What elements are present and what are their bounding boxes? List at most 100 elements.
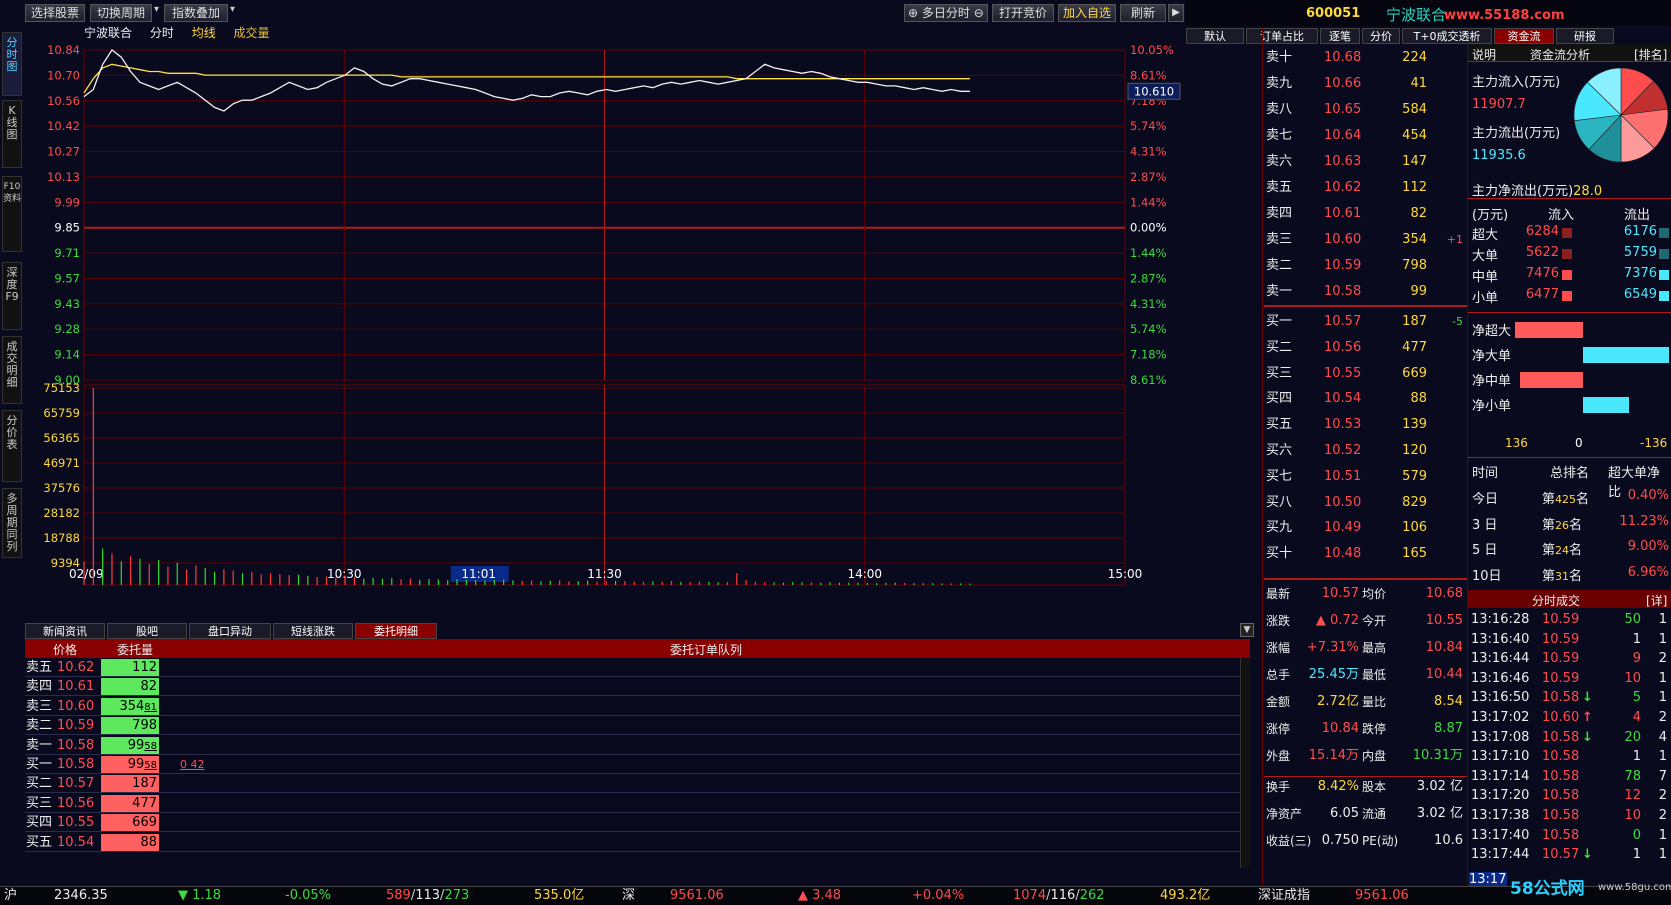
sz-index[interactable]: 9561.06: [670, 887, 724, 905]
sell-row[interactable]: 卖九 10.66 41: [1264, 70, 1467, 97]
order-queue-row[interactable]: 卖五 10.62 112: [25, 658, 1250, 677]
buy-row[interactable]: 买六 10.52 120: [1264, 437, 1467, 464]
sell-row[interactable]: 卖一 10.58 99: [1264, 278, 1467, 305]
order-queue-scrollbar[interactable]: [1240, 658, 1250, 868]
bottom-tab[interactable]: 盘口异动: [189, 623, 271, 639]
pct-tick-label: 2.87%: [1130, 170, 1167, 184]
buy-row[interactable]: 买一 10.57 187 -5: [1264, 308, 1467, 335]
buy-row[interactable]: 买九 10.49 106: [1264, 514, 1467, 541]
sell-row[interactable]: 卖七 10.64 454: [1264, 122, 1467, 149]
right-tab[interactable]: 分价: [1362, 28, 1400, 44]
multi-day-button[interactable]: ⊕ 多日分时 ⊖: [904, 4, 988, 22]
ticks-header: 分时成交 [详]: [1468, 590, 1671, 608]
tick-row[interactable]: 13:17:40 10.58 0 1: [1468, 826, 1671, 846]
add-watch-button[interactable]: 加入自选: [1058, 4, 1116, 22]
bottom-panel-toggle-icon[interactable]: ▼: [1240, 623, 1254, 637]
tab-kline[interactable]: K线图: [2, 100, 22, 168]
buy-row[interactable]: 买七 10.51 579: [1264, 463, 1467, 490]
tick-row[interactable]: 13:16:46 10.59 10 1: [1468, 669, 1671, 689]
sell-row[interactable]: 卖十 10.68 224: [1264, 44, 1467, 71]
rank-row: 10日 第31名 6.96%: [1468, 565, 1671, 585]
order-queue-row[interactable]: 买二 10.57 187: [25, 774, 1250, 794]
fund-explain-button[interactable]: 说明: [1472, 46, 1496, 63]
tick-row[interactable]: 13:17:02 10.60 ↑ 4 2: [1468, 708, 1671, 728]
bottom-tab[interactable]: 股吧: [107, 623, 187, 639]
order-queue-row[interactable]: 卖一 10.58 9958: [25, 736, 1250, 755]
chart-avg-label: 均线: [191, 26, 216, 40]
oq-level: 卖一: [26, 737, 53, 753]
period-dropdown-icon[interactable]: ▾: [154, 4, 159, 15]
right-tab[interactable]: 订单占比: [1246, 28, 1318, 44]
bottom-tab[interactable]: 新闻资讯: [25, 623, 105, 639]
buy-row[interactable]: 买十 10.48 165: [1264, 540, 1467, 567]
buy-volume: 106: [1402, 520, 1427, 536]
tick-row[interactable]: 13:17:10 10.58 1 1: [1468, 747, 1671, 767]
intraday-chart[interactable]: 10.84 10.05% 10.70 8.61% 10.56 7.18% 10.42 5.74…: [22, 40, 1184, 592]
sell-row[interactable]: 卖四 10.61 82: [1264, 200, 1467, 227]
app-window: 选择股票 切换周期 ▾ 指数叠加 ▾ ⊕ 多日分时 ⊖ 打开竞价 加入自选 刷新…: [0, 0, 1671, 905]
index-overlay-button[interactable]: 指数叠加: [164, 4, 228, 22]
right-tab[interactable]: 资金流: [1494, 28, 1554, 44]
oq-col-queue: 委托订单队列: [670, 643, 743, 657]
order-queue-row[interactable]: 买一 10.58 9958 0 42: [25, 755, 1250, 774]
sell-row[interactable]: 卖八 10.65 584: [1264, 96, 1467, 123]
rank-suffix: 名: [1569, 568, 1583, 584]
right-tab[interactable]: 研报: [1556, 28, 1614, 44]
open-auction-button[interactable]: 打开竞价: [992, 4, 1054, 22]
buy-row[interactable]: 买四 10.54 88: [1264, 385, 1467, 412]
right-tab[interactable]: 默认: [1186, 28, 1244, 44]
plus-icon[interactable]: ⊕: [908, 6, 918, 20]
bottom-tab[interactable]: 短线涨跌: [273, 623, 353, 639]
ticks-detail-button[interactable]: [详]: [1646, 592, 1667, 609]
tick-row[interactable]: 13:17:44 10.57 ↓ 1 1: [1468, 845, 1671, 865]
sell-row[interactable]: 卖六 10.63 147: [1264, 148, 1467, 175]
buy-row[interactable]: 买二 10.56 477: [1264, 334, 1467, 361]
tick-row[interactable]: 13:17:14 10.58 78 7: [1468, 767, 1671, 787]
oq-queue-item[interactable]: 0 42: [180, 755, 205, 774]
ff-col-out: 流出: [1624, 208, 1651, 223]
buy-row[interactable]: 买三 10.55 669: [1264, 360, 1467, 387]
select-stock-button[interactable]: 选择股票: [25, 4, 85, 22]
tick-price: 10.59: [1542, 631, 1580, 647]
order-queue-row[interactable]: 卖三 10.60 35481: [25, 697, 1250, 716]
oq-volume: 477: [132, 795, 157, 811]
overlay-dropdown-icon[interactable]: ▾: [230, 4, 235, 15]
minus-icon[interactable]: ⊖: [974, 6, 984, 20]
tick-row[interactable]: 13:16:44 10.59 9 2: [1468, 649, 1671, 669]
order-queue-row[interactable]: 卖四 10.61 82: [25, 677, 1250, 697]
bottom-tab[interactable]: 委托明细: [355, 623, 437, 639]
tick-row[interactable]: 13:16:50 10.58 ↓ 5 1: [1468, 688, 1671, 708]
quote-value-2: 10.44: [1425, 667, 1463, 682]
quote-label-2: 今开: [1362, 614, 1387, 628]
tick-time: 13:16:50: [1471, 690, 1530, 706]
collapse-right-icon[interactable]: ▶: [1168, 4, 1184, 22]
tick-row[interactable]: 13:17:20 10.58 12 2: [1468, 786, 1671, 806]
tab-depth[interactable]: 深度F9: [2, 262, 22, 330]
right-tab[interactable]: 逐笔: [1320, 28, 1360, 44]
tab-f10[interactable]: F10资料: [2, 176, 22, 252]
tab-fenshi[interactable]: 分时图: [2, 32, 22, 96]
sell-row[interactable]: 卖二 10.59 798: [1264, 252, 1467, 279]
refresh-button[interactable]: 刷新: [1120, 4, 1166, 22]
tick-row[interactable]: 13:17:38 10.58 10 2: [1468, 806, 1671, 826]
order-queue-row[interactable]: 卖二 10.59 798: [25, 716, 1250, 736]
tick-row[interactable]: 13:16:28 10.59 50 1: [1468, 610, 1671, 630]
buy-row[interactable]: 买五 10.53 139: [1264, 411, 1467, 438]
sell-row[interactable]: 卖五 10.62 112: [1264, 174, 1467, 201]
tab-multi-period[interactable]: 多周期同列: [2, 488, 22, 558]
order-queue-row[interactable]: 买五 10.54 88: [25, 833, 1250, 852]
order-queue-row[interactable]: 买四 10.55 669: [25, 813, 1250, 833]
order-queue-row[interactable]: 买三 10.56 477: [25, 794, 1250, 813]
sh-index[interactable]: 2346.35: [54, 887, 108, 905]
tab-price-table[interactable]: 分价表: [2, 410, 22, 482]
sell-volume: 454: [1402, 128, 1427, 143]
buy-row[interactable]: 买八 10.50 829: [1264, 489, 1467, 516]
switch-period-button[interactable]: 切换周期: [90, 4, 152, 22]
tick-row[interactable]: 13:17:08 10.58 ↓ 20 4: [1468, 728, 1671, 748]
sell-row[interactable]: 卖三 10.60 354 +1: [1264, 226, 1467, 253]
fund-rank-button[interactable]: [排名]: [1634, 46, 1667, 63]
right-tab[interactable]: T+0成交透析: [1402, 28, 1492, 44]
pct-tick-label: 10.05%: [1130, 43, 1174, 57]
tick-row[interactable]: 13:16:40 10.59 1 1: [1468, 630, 1671, 650]
tab-trade-detail[interactable]: 成交明细: [2, 336, 22, 404]
